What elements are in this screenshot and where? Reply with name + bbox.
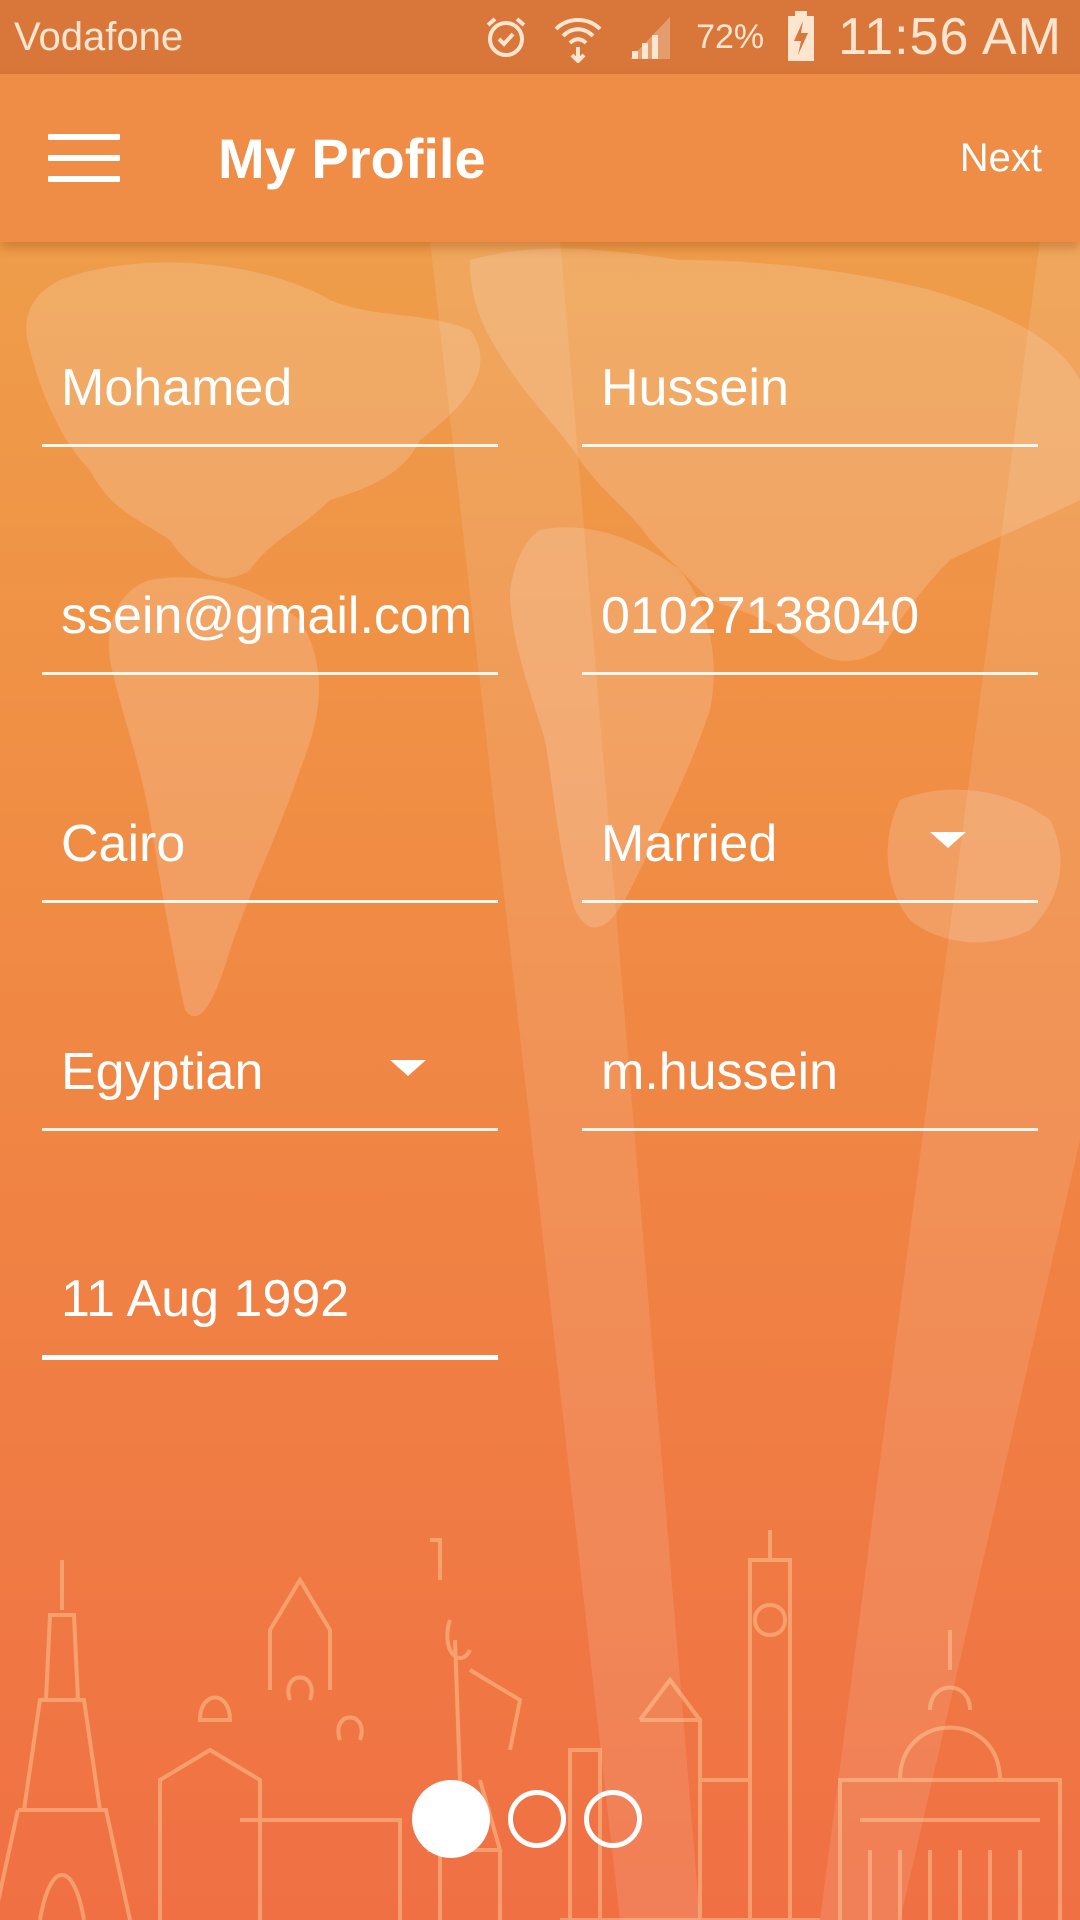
phone-value: 01027138040 xyxy=(601,587,920,645)
chevron-down-icon xyxy=(390,1060,426,1076)
page-indicator xyxy=(412,1780,642,1858)
clock: 11:56 AM xyxy=(838,8,1062,66)
username-field[interactable]: m.hussein xyxy=(582,1011,1038,1131)
first-name-field[interactable]: Mohamed xyxy=(42,327,498,447)
city-skyline-decoration xyxy=(0,1530,1062,1920)
last-name-field[interactable]: Hussein xyxy=(582,327,1038,447)
page-dot-2[interactable] xyxy=(508,1790,566,1848)
username-value: m.hussein xyxy=(601,1043,838,1101)
marital-status-value: Married xyxy=(601,815,778,873)
status-bar: Vodafone 72% 11:56 AM xyxy=(0,0,1080,74)
birth-date-value: 11 Aug 1992 xyxy=(61,1270,350,1328)
city-value: Cairo xyxy=(61,815,186,873)
menu-line xyxy=(48,134,120,140)
nationality-value: Egyptian xyxy=(61,1043,264,1101)
phone-field[interactable]: 01027138040 xyxy=(582,555,1038,675)
hamburger-menu-icon[interactable] xyxy=(48,134,120,182)
wifi-icon xyxy=(554,18,602,63)
email-field[interactable]: ssein@gmail.com xyxy=(42,555,498,675)
marital-status-select[interactable]: Married xyxy=(582,783,1038,903)
menu-line xyxy=(48,176,120,182)
email-value: ssein@gmail.com xyxy=(61,587,473,645)
chevron-down-icon xyxy=(930,832,966,848)
last-name-value: Hussein xyxy=(601,359,789,417)
menu-line xyxy=(48,155,120,161)
app-bar: My Profile Next xyxy=(0,74,1080,242)
battery-charging-icon xyxy=(788,11,815,61)
nationality-select[interactable]: Egyptian xyxy=(42,1011,498,1131)
city-field[interactable]: Cairo xyxy=(42,783,498,903)
alarm-icon xyxy=(486,17,526,57)
page-title: My Profile xyxy=(218,126,486,190)
page-dot-3[interactable] xyxy=(584,1790,642,1848)
birth-date-field[interactable]: 11 Aug 1992 xyxy=(42,1240,498,1360)
page-dot-1[interactable] xyxy=(412,1780,490,1858)
carrier-name: Vodafone xyxy=(14,14,184,59)
battery-percent: 72% xyxy=(696,17,765,56)
status-icons: 72% 11:56 AM xyxy=(482,7,1062,67)
first-name-value: Mohamed xyxy=(61,359,293,417)
profile-screen: Vodafone 72% 11:56 AM My Profile Next Mo… xyxy=(0,0,1080,1920)
signal-icon xyxy=(630,17,671,59)
next-button[interactable]: Next xyxy=(960,136,1042,181)
